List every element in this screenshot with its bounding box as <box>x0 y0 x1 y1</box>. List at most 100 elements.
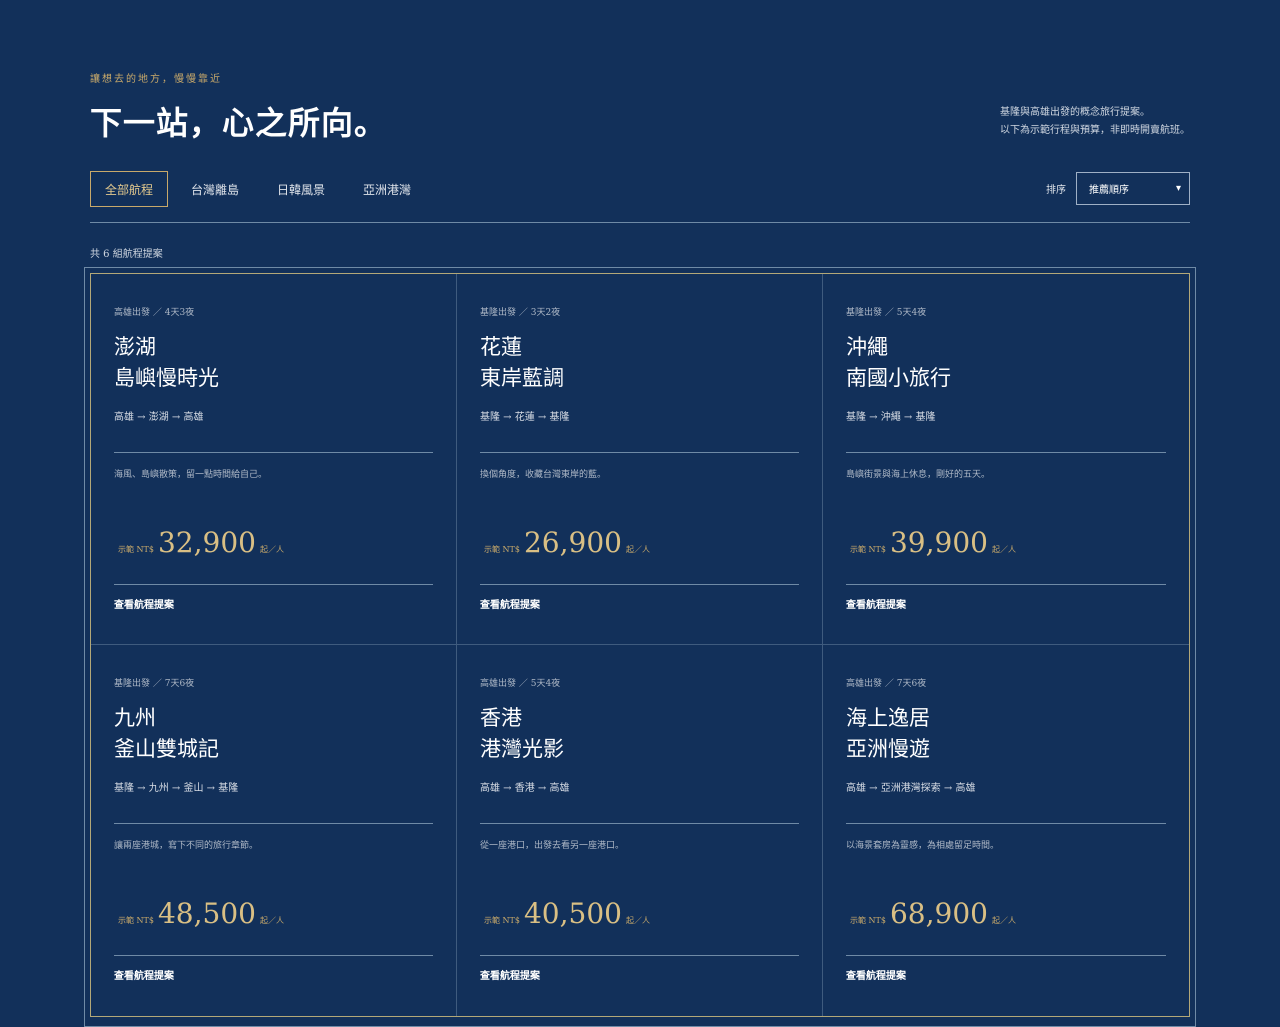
price-unit: 起／人 <box>991 916 1016 925</box>
card-title-line-2: 亞洲慢遊 <box>846 737 930 761</box>
price-prefix: 示範 NT$ <box>484 545 520 554</box>
card-price: 示範 NT$ 68,900 起／人 <box>850 897 1016 930</box>
card-price: 示範 NT$ 39,900 起／人 <box>850 526 1016 559</box>
page-title: 下一站，心之所向。 <box>90 104 388 142</box>
price-prefix: 示範 NT$ <box>118 916 154 925</box>
card-title: 沖繩 南國小旅行 <box>846 332 951 394</box>
tab-asia-harbors[interactable]: 亞洲港灣 <box>348 171 426 207</box>
intro-text: 基隆與高雄出發的概念旅行提案。 以下為示範行程與預算，非即時開賣航班。 <box>1000 104 1190 140</box>
card-meta: 基隆出發 ／ 3天2夜 <box>480 308 561 318</box>
card-title: 香港 港灣光影 <box>480 703 564 765</box>
card-title-line-2: 東岸藍調 <box>480 366 564 390</box>
card-title: 花蓮 東岸藍調 <box>480 332 564 394</box>
card-route: 高雄 → 亞洲港灣探索 → 高雄 <box>846 783 976 794</box>
card-description: 讓兩座港城，寫下不同的旅行章節。 <box>114 841 259 851</box>
card-route: 基隆 → 沖繩 → 基隆 <box>846 412 936 423</box>
price-unit: 起／人 <box>991 545 1016 554</box>
view-voyage-link[interactable]: 查看航程提案 <box>480 596 540 611</box>
card-meta: 基隆出發 ／ 5天4夜 <box>846 308 927 318</box>
price-unit: 起／人 <box>625 545 650 554</box>
view-voyage-link[interactable]: 查看航程提案 <box>480 967 540 982</box>
view-voyage-link[interactable]: 查看航程提案 <box>114 596 174 611</box>
sort-control: 排序 推薦順序 ▾ <box>1046 172 1190 205</box>
card-route: 高雄 → 澎湖 → 高雄 <box>114 412 204 423</box>
voyage-grid: 高雄出發 ／ 4天3夜 澎湖 島嶼慢時光 高雄 → 澎湖 → 高雄 海風、島嶼散… <box>90 273 1190 1017</box>
card-title-line-1: 澎湖 <box>114 335 156 359</box>
card-route: 高雄 → 香港 → 高雄 <box>480 783 570 794</box>
card-title: 九州 釜山雙城記 <box>114 703 219 765</box>
card-divider <box>846 452 1166 453</box>
sort-selected-value: 推薦順序 <box>1089 185 1129 196</box>
card-title: 澎湖 島嶼慢時光 <box>114 332 219 394</box>
card-divider <box>846 955 1166 956</box>
card-title-line-1: 九州 <box>114 706 156 730</box>
price-amount: 48,500 <box>157 897 256 930</box>
voyage-card: 基隆出發 ／ 7天6夜 九州 釜山雙城記 基隆 → 九州 → 釜山 → 基隆 讓… <box>91 645 457 1016</box>
card-divider <box>846 823 1166 824</box>
view-voyage-link[interactable]: 查看航程提案 <box>846 967 906 982</box>
voyage-card: 高雄出發 ／ 7天6夜 海上逸居 亞洲慢遊 高雄 → 亞洲港灣探索 → 高雄 以… <box>823 645 1189 1016</box>
card-title-line-2: 釜山雙城記 <box>114 737 219 761</box>
card-divider <box>480 823 799 824</box>
price-prefix: 示範 NT$ <box>484 916 520 925</box>
price-unit: 起／人 <box>259 545 284 554</box>
card-route: 基隆 → 花蓮 → 基隆 <box>480 412 570 423</box>
price-unit: 起／人 <box>259 916 284 925</box>
price-amount: 68,900 <box>889 897 988 930</box>
price-unit: 起／人 <box>625 916 650 925</box>
sort-label: 排序 <box>1046 185 1066 196</box>
intro-line-2: 以下為示範行程與預算，非即時開賣航班。 <box>1000 125 1190 136</box>
price-amount: 26,900 <box>523 526 622 559</box>
tab-all-voyages[interactable]: 全部航程 <box>90 171 169 207</box>
card-description: 島嶼街景與海上休息，剛好的五天。 <box>846 470 991 480</box>
card-divider <box>480 452 799 453</box>
card-description: 換個角度，收藏台灣東岸的藍。 <box>480 470 607 480</box>
card-divider <box>480 584 799 585</box>
tab-taiwan-islands[interactable]: 台灣離島 <box>176 171 254 207</box>
card-title-line-1: 香港 <box>480 706 522 730</box>
voyage-card: 基隆出發 ／ 3天2夜 花蓮 東岸藍調 基隆 → 花蓮 → 基隆 換個角度，收藏… <box>457 274 823 645</box>
card-divider <box>480 955 799 956</box>
card-price: 示範 NT$ 40,500 起／人 <box>484 897 650 930</box>
card-title-line-2: 南國小旅行 <box>846 366 951 390</box>
voyage-card: 高雄出發 ／ 4天3夜 澎湖 島嶼慢時光 高雄 → 澎湖 → 高雄 海風、島嶼散… <box>91 274 457 645</box>
price-prefix: 示範 NT$ <box>118 545 154 554</box>
price-amount: 32,900 <box>157 526 256 559</box>
price-amount: 40,500 <box>523 897 622 930</box>
card-description: 從一座港口，出發去看另一座港口。 <box>480 841 625 851</box>
card-meta: 高雄出發 ／ 7天6夜 <box>846 679 927 689</box>
intro-line-1: 基隆與高雄出發的概念旅行提案。 <box>1000 107 1150 118</box>
view-voyage-link[interactable]: 查看航程提案 <box>114 967 174 982</box>
card-price: 示範 NT$ 26,900 起／人 <box>484 526 650 559</box>
card-meta: 基隆出發 ／ 7天6夜 <box>114 679 195 689</box>
card-title-line-2: 島嶼慢時光 <box>114 366 219 390</box>
card-meta: 高雄出發 ／ 5天4夜 <box>480 679 561 689</box>
card-title-line-1: 海上逸居 <box>846 706 930 730</box>
card-description: 以海景套房為靈感，為相處留足時間。 <box>846 841 1000 851</box>
card-title: 海上逸居 亞洲慢遊 <box>846 703 930 765</box>
card-price: 示範 NT$ 32,900 起／人 <box>118 526 284 559</box>
voyage-card: 高雄出發 ／ 5天4夜 香港 港灣光影 高雄 → 香港 → 高雄 從一座港口，出… <box>457 645 823 1016</box>
price-amount: 39,900 <box>889 526 988 559</box>
card-divider <box>114 823 433 824</box>
card-divider <box>846 584 1166 585</box>
eyebrow-text: 讓想去的地方，慢慢靠近 <box>90 74 222 85</box>
filter-tabs: 全部航程 台灣離島 日韓風景 亞洲港灣 <box>90 171 434 207</box>
price-prefix: 示範 NT$ <box>850 916 886 925</box>
voyage-card: 基隆出發 ／ 5天4夜 沖繩 南國小旅行 基隆 → 沖繩 → 基隆 島嶼街景與海… <box>823 274 1189 645</box>
sort-select[interactable]: 推薦順序 ▾ <box>1076 172 1190 205</box>
tab-japan-korea[interactable]: 日韓風景 <box>262 171 340 207</box>
card-route: 基隆 → 九州 → 釜山 → 基隆 <box>114 783 239 794</box>
divider <box>90 222 1190 223</box>
card-divider <box>114 955 433 956</box>
view-voyage-link[interactable]: 查看航程提案 <box>846 596 906 611</box>
chevron-down-icon: ▾ <box>1175 183 1181 194</box>
card-divider <box>114 584 433 585</box>
card-title-line-1: 花蓮 <box>480 335 522 359</box>
card-title-line-1: 沖繩 <box>846 335 888 359</box>
card-meta: 高雄出發 ／ 4天3夜 <box>114 308 195 318</box>
card-title-line-2: 港灣光影 <box>480 737 564 761</box>
card-divider <box>114 452 433 453</box>
card-price: 示範 NT$ 48,500 起／人 <box>118 897 284 930</box>
result-count: 共 6 組航程提案 <box>90 249 163 260</box>
